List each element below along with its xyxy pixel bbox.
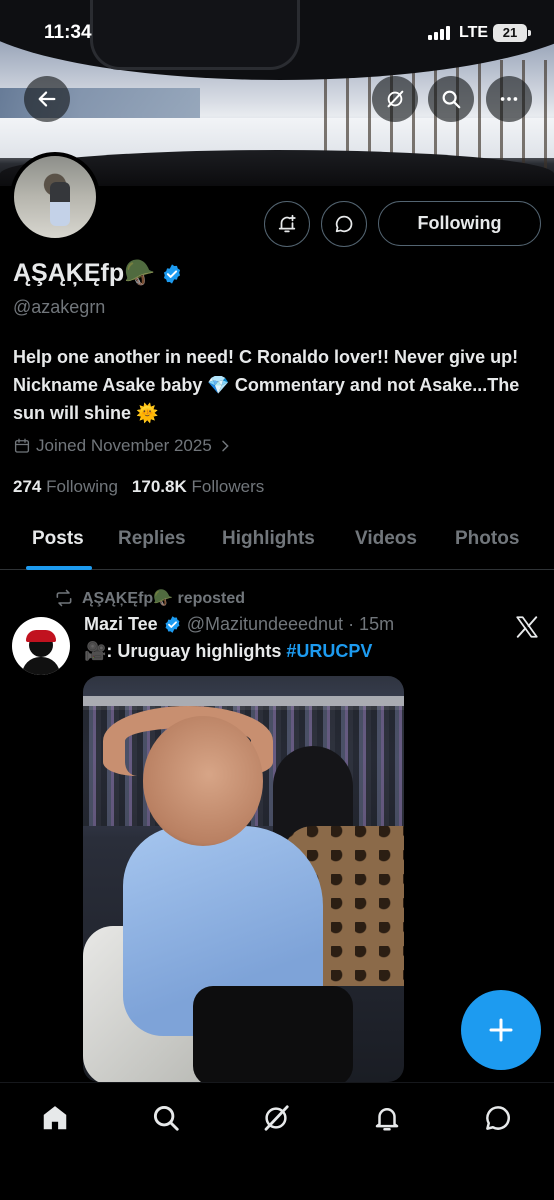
bell-plus-icon: [278, 214, 296, 233]
message-icon: [486, 1106, 510, 1130]
profile-tabs: Posts Replies Highlights Videos Photos: [0, 512, 554, 570]
grok-icon: [264, 1105, 289, 1131]
bottom-navigation: [0, 1082, 554, 1200]
message-button[interactable]: [321, 201, 367, 247]
media-person-shorts: [193, 986, 353, 1082]
display-name: ĄŞĄĶĘfp🪖: [13, 259, 156, 287]
tab-posts[interactable]: Posts: [32, 528, 84, 550]
more-icon: [500, 97, 518, 101]
nav-search[interactable]: [149, 1101, 183, 1135]
tab-replies[interactable]: Replies: [118, 528, 186, 550]
status-bar: 11:34 LTE 21: [0, 22, 554, 50]
repost-icon: [56, 589, 72, 607]
home-icon: [43, 1106, 67, 1130]
battery-icon: 21: [493, 24, 531, 42]
tab-videos[interactable]: Videos: [355, 528, 417, 550]
plus-icon: [489, 1018, 513, 1042]
post-author-handle[interactable]: @Mazitundeeednut: [187, 614, 343, 635]
followers-count: 170.8K: [131, 477, 187, 496]
tab-photos[interactable]: Photos: [455, 528, 519, 550]
back-arrow-icon: [38, 91, 56, 107]
repost-indicator[interactable]: ĄŞĄĶĘfp🪖 reposted: [54, 588, 245, 608]
repost-text: ĄŞĄĶĘfp🪖 reposted: [82, 590, 246, 607]
notifications-button[interactable]: [264, 201, 310, 247]
profile-handle: @azakegrn: [13, 297, 106, 317]
post-time: · 15m: [348, 614, 395, 634]
joined-row[interactable]: Joined November 2025: [13, 436, 233, 456]
profile-bio: Help one another in need! C Ronaldo love…: [13, 347, 520, 423]
followers-count-link[interactable]: 170.8K Followers: [132, 477, 264, 497]
post-hashtag[interactable]: #URUCPV: [286, 641, 372, 661]
nav-grok[interactable]: [259, 1101, 293, 1135]
status-time: 11:34: [44, 22, 92, 43]
verified-badge-icon[interactable]: [161, 263, 183, 285]
search-icon: [153, 1105, 179, 1131]
media-person-face: [143, 716, 263, 846]
avatar-cap: [26, 630, 56, 642]
following-count-link[interactable]: 274 Following: [13, 477, 118, 497]
verified-badge-icon: [165, 616, 180, 633]
x-logo-icon[interactable]: [514, 614, 540, 640]
post-text: 🎥: Uruguay highlights #URUCPV: [84, 641, 372, 662]
back-button[interactable]: [24, 76, 70, 122]
search-button[interactable]: [428, 76, 474, 122]
grok-icon: [387, 90, 404, 108]
profile-avatar[interactable]: [10, 152, 100, 242]
chevron-right-icon: [222, 440, 229, 452]
signal-icon: [428, 26, 450, 40]
post-video[interactable]: [83, 676, 404, 1082]
avatar-body: [22, 657, 60, 675]
joined-date: Joined November 2025: [36, 436, 212, 455]
search-icon: [442, 90, 461, 109]
network-label: LTE: [459, 24, 489, 41]
nav-messages[interactable]: [481, 1101, 515, 1135]
more-button[interactable]: [486, 76, 532, 122]
active-tab-indicator: [26, 566, 92, 570]
post-author-avatar[interactable]: [12, 617, 70, 675]
avatar-figure: [50, 182, 70, 226]
followers-label: Followers: [191, 477, 265, 496]
post-text-body: 🎥: Uruguay highlights: [84, 641, 287, 661]
following-button[interactable]: Following: [378, 201, 541, 246]
post-author-name[interactable]: Mazi Tee: [84, 614, 158, 635]
compose-button[interactable]: [461, 990, 541, 1070]
following-count: 274: [13, 477, 42, 496]
post-header: Mazi Tee @Mazitundeeednut · 15m: [84, 614, 394, 635]
follow-counts: 274 Following 170.8K Followers: [13, 477, 264, 497]
display-name-row: ĄŞĄĶĘfp🪖: [13, 259, 183, 288]
calendar-icon: [14, 438, 30, 453]
following-label: Following: [46, 477, 118, 496]
nav-notifications[interactable]: [370, 1101, 404, 1135]
grok-button[interactable]: [372, 76, 418, 122]
bell-icon: [375, 1108, 399, 1131]
nav-home[interactable]: [38, 1101, 72, 1135]
message-icon: [335, 215, 353, 233]
tab-highlights[interactable]: Highlights: [222, 528, 315, 550]
